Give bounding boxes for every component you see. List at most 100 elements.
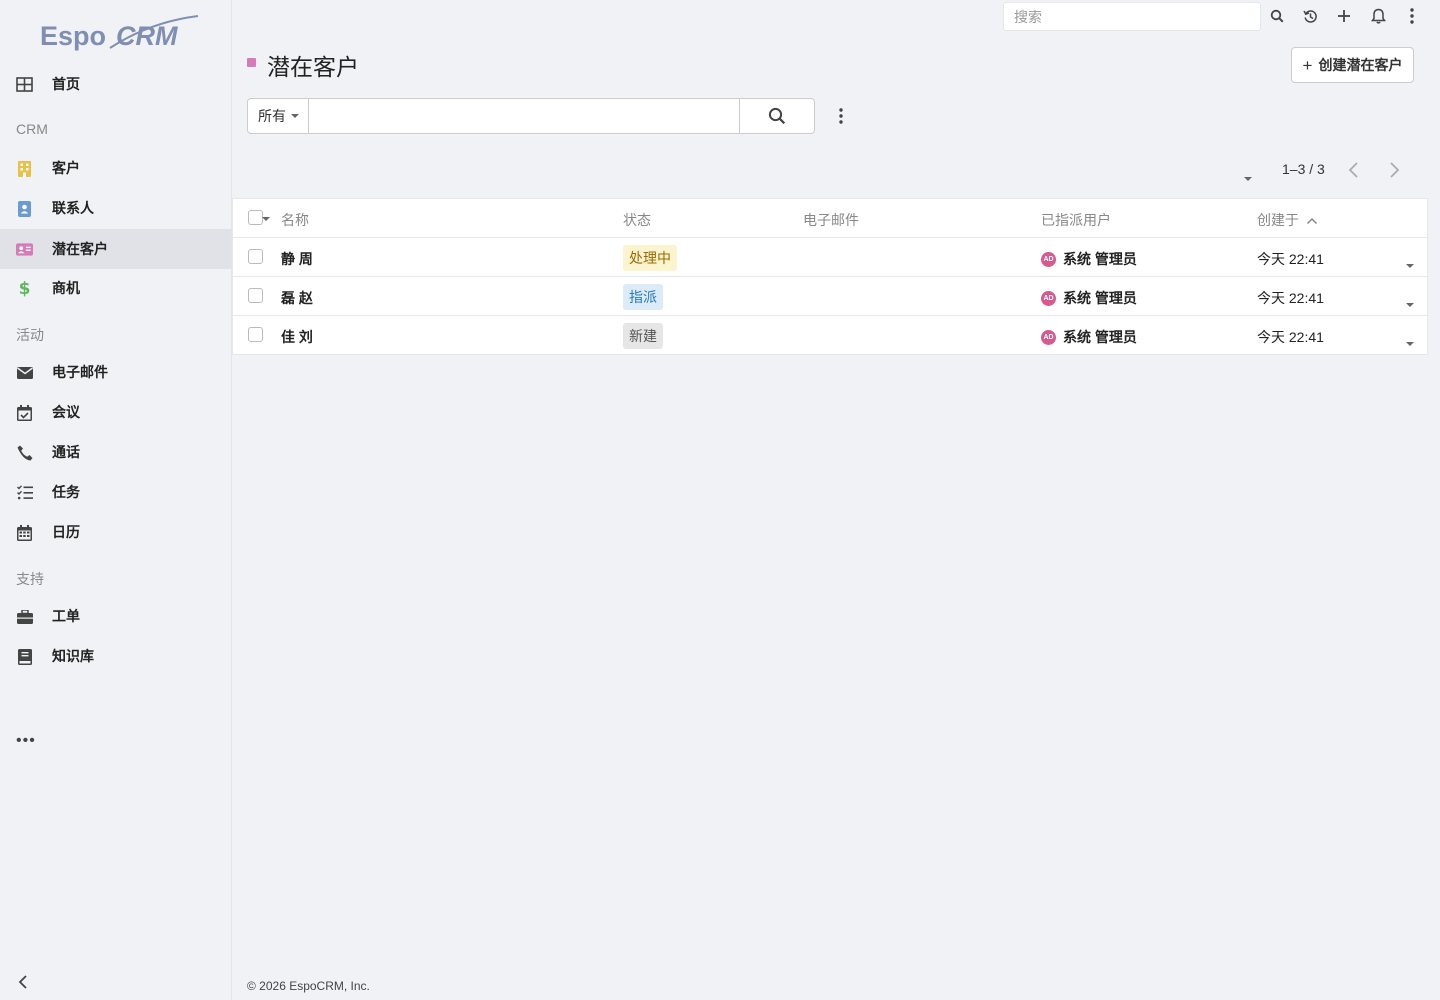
table-header: 名称 状态 电子邮件 已指派用户 创建于 [233,199,1427,238]
previous-page-icon[interactable] [1346,160,1362,180]
avatar: AD [1041,290,1056,306]
id-card-icon [16,241,33,258]
row-actions-caret-icon[interactable] [1406,294,1414,310]
table-row: 静 周 处理中 AD 系统 管理员 今天 22:41 [233,238,1427,277]
sidebar-item-accounts[interactable]: 客户 [0,148,231,188]
search-icon [768,107,786,125]
assigned-user-link[interactable]: AD 系统 管理员 [1041,288,1137,308]
avatar: AD [1041,251,1056,267]
filter-preset-label: 所有 [258,108,286,124]
building-icon [16,160,33,177]
espocrm-logo[interactable]: Espo CRM [40,14,200,56]
svg-text:Espo: Espo [40,21,106,51]
sidebar-item-calendar[interactable]: 日历 [0,512,231,552]
sidebar-item-contacts[interactable]: 联系人 [0,188,231,228]
column-header-created-at-label: 创建于 [1257,212,1299,228]
caret-down-icon [1244,177,1252,181]
sidebar-item-label: 联系人 [52,200,94,216]
filter-preset-dropdown[interactable]: 所有 [248,99,309,133]
pagination-count: 1–3 / 3 [1282,161,1325,177]
sidebar-item-knowledge-base[interactable]: 知识库 [0,636,231,676]
calendar-check-icon [16,404,33,421]
grid-icon [16,76,33,93]
sidebar-item-opportunities[interactable]: $ 商机 [0,268,231,308]
assigned-user-link[interactable]: AD 系统 管理员 [1041,249,1137,269]
more-menu-button[interactable]: ••• [16,732,36,750]
created-at-value: 今天 22:41 [1257,290,1324,306]
dollar-icon: $ [18,278,31,299]
table-row: 佳 刘 新建 AD 系统 管理员 今天 22:41 [233,316,1427,355]
sidebar-item-label: 商机 [52,280,80,296]
row-checkbox[interactable] [248,288,263,303]
assigned-user-name: 系统 管理员 [1063,290,1137,306]
created-at-value: 今天 22:41 [1257,329,1324,345]
assigned-user-name: 系统 管理员 [1063,251,1137,267]
table-row: 磊 赵 指派 AD 系统 管理员 今天 22:41 [233,277,1427,316]
sidebar-item-label: 日历 [52,524,80,540]
column-header-status[interactable]: 状态 [623,210,651,230]
sidebar-item-home[interactable]: 首页 [0,64,231,104]
status-badge: 处理中 [623,245,677,271]
next-page-icon[interactable] [1386,160,1402,180]
contact-book-icon [16,200,33,217]
footer-copyright: © 2026 EspoCRM, Inc. [247,979,370,993]
sidebar-item-label: 知识库 [52,648,94,664]
status-badge: 新建 [623,323,663,349]
collapse-sidebar-icon[interactable] [16,973,32,991]
lead-name-link[interactable]: 佳 刘 [281,327,313,347]
sort-ascending-icon [1306,217,1317,225]
lead-name-link[interactable]: 磊 赵 [281,288,313,308]
select-all-checkbox[interactable] [248,210,263,225]
assigned-user-link[interactable]: AD 系统 管理员 [1041,327,1137,347]
row-checkbox[interactable] [248,249,263,264]
svg-text:CRM: CRM [116,21,178,51]
sidebar-item-meetings[interactable]: 会议 [0,392,231,432]
sidebar-item-cases[interactable]: 工单 [0,596,231,636]
nav-group-activities: 活动 [16,327,44,343]
column-header-created-at[interactable]: 创建于 [1257,210,1318,230]
scope-color-indicator [247,58,256,67]
lead-name-link[interactable]: 静 周 [281,249,313,269]
global-search-input[interactable] [1003,2,1261,31]
page-title: 潜在客户 [267,54,359,80]
sidebar: Espo CRM 首页 CRM 客户 联系人 潜在客户 $ 商机 活动 电子邮件… [0,0,232,1000]
sidebar-item-label: 客户 [52,160,80,176]
search-options-icon[interactable] [833,106,849,126]
sidebar-item-tasks[interactable]: 任务 [0,472,231,512]
text-filter-input[interactable] [309,99,739,133]
column-header-email[interactable]: 电子邮件 [803,210,859,230]
sidebar-item-label: 会议 [52,404,80,420]
pagination-dropdown[interactable] [1244,168,1252,184]
sidebar-item-label: 潜在客户 [52,241,108,257]
row-actions-caret-icon[interactable] [1406,255,1414,271]
sidebar-item-label: 工单 [52,608,80,624]
sidebar-item-leads[interactable]: 潜在客户 [0,229,231,269]
plus-icon[interactable] [1334,6,1354,26]
status-badge: 指派 [623,284,663,310]
create-lead-button[interactable]: + 创建潜在客户 [1291,47,1414,83]
column-header-name[interactable]: 名称 [281,210,309,230]
search-button[interactable] [739,99,814,133]
caret-down-icon [291,114,299,118]
book-icon [16,648,33,665]
row-checkbox[interactable] [248,327,263,342]
created-at-value: 今天 22:41 [1257,251,1324,267]
bell-icon[interactable] [1368,6,1388,26]
create-lead-button-label: 创建潜在客户 [1318,57,1403,73]
sidebar-item-label: 任务 [52,484,80,500]
plus-icon: + [1302,55,1313,75]
history-icon[interactable] [1300,6,1320,26]
phone-icon [16,444,33,461]
nav-group-support: 支持 [16,571,44,587]
sidebar-item-calls[interactable]: 通话 [0,432,231,472]
row-actions-caret-icon[interactable] [1406,333,1414,349]
nav-group-crm: CRM [16,121,48,137]
sidebar-item-emails[interactable]: 电子邮件 [0,352,231,392]
sidebar-item-label: 首页 [52,76,80,92]
column-header-assigned-user[interactable]: 已指派用户 [1041,210,1111,230]
select-options-caret-icon[interactable] [262,217,270,221]
search-icon[interactable] [1267,6,1287,26]
menu-dots-icon[interactable] [1402,6,1422,26]
leads-table: 名称 状态 电子邮件 已指派用户 创建于 静 周 处理中 AD 系统 管理员 今… [232,198,1428,355]
briefcase-icon [16,608,33,625]
